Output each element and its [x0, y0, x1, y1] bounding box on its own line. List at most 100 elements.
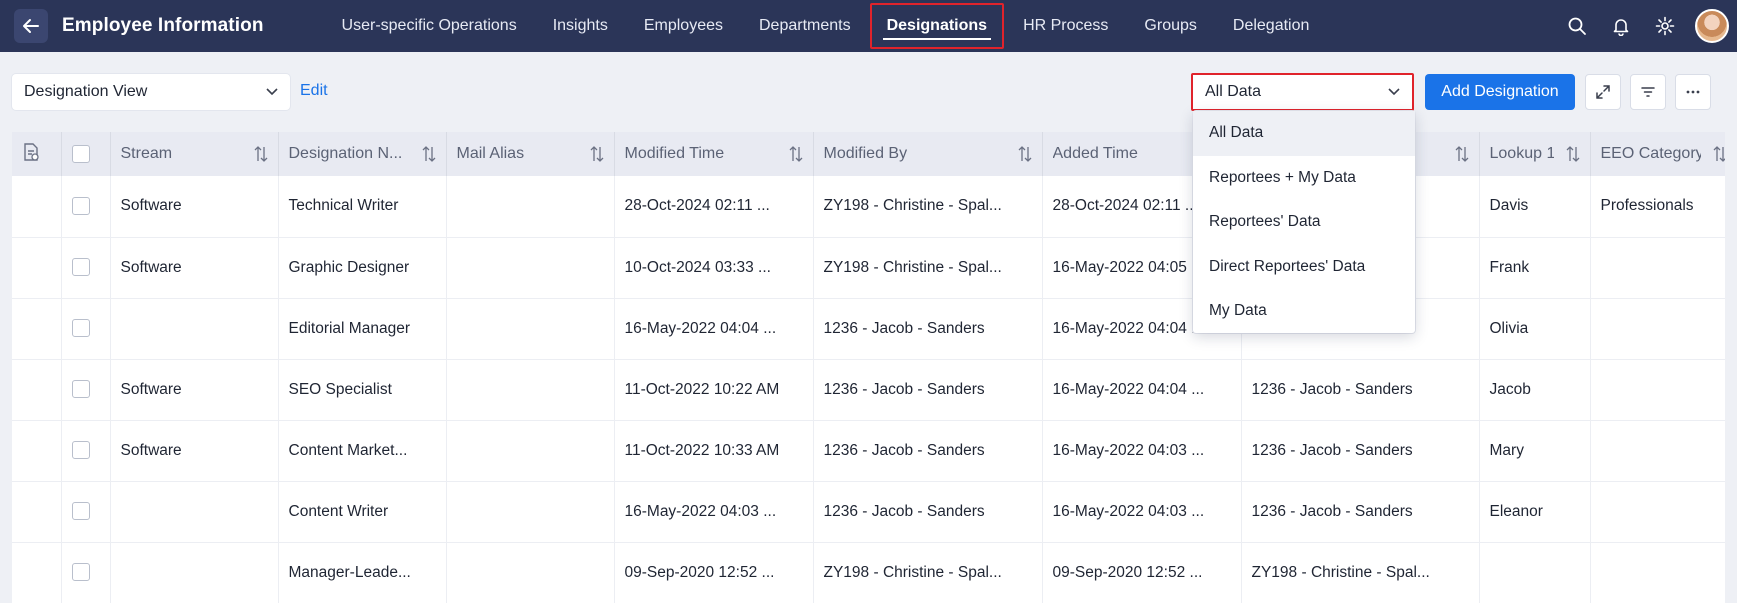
table-cell: ZY198 - Christine - Spal...: [813, 237, 1043, 299]
row-spacer-cell: [12, 481, 62, 543]
column-header[interactable]: EEO Category: [1590, 132, 1725, 176]
table-cell: 28-Oct-2024 02:11 ...: [614, 176, 814, 238]
dropdown-option-reportees-data[interactable]: Reportees' Data: [1193, 200, 1415, 245]
table-cell: 1236 - Jacob - Sanders: [1241, 481, 1480, 543]
row-checkbox-cell: [61, 176, 111, 238]
row-checkbox[interactable]: [71, 563, 90, 582]
nav-designations[interactable]: Designations: [869, 0, 1005, 52]
sort-icon[interactable]: [1566, 145, 1580, 163]
table-row[interactable]: Content Writer 16-May-2022 04:03 ... 1236 …: [12, 481, 1725, 543]
select-all-checkbox[interactable]: [61, 132, 111, 176]
column-header[interactable]: Mail Alias: [446, 132, 615, 176]
sort-icon[interactable]: [789, 145, 803, 163]
table-cell: 16-May-2022 04:03 ...: [1042, 420, 1242, 482]
nav-groups[interactable]: Groups: [1126, 0, 1214, 52]
table-cell: 1236 - Jacob - Sanders: [813, 481, 1043, 543]
search-icon[interactable]: [1555, 4, 1599, 48]
nav-label: Departments: [759, 17, 851, 34]
expand-icon[interactable]: [1585, 74, 1621, 110]
row-checkbox[interactable]: [71, 441, 90, 460]
nav-insights[interactable]: Insights: [535, 0, 626, 52]
row-checkbox[interactable]: [71, 258, 90, 277]
table-cell: Eleanor: [1479, 481, 1591, 543]
table-cell: [1590, 359, 1725, 421]
nav-user-specific-operations[interactable]: User-specific Operations: [324, 0, 535, 52]
sort-icon[interactable]: [1018, 145, 1032, 163]
nav-departments[interactable]: Departments: [741, 0, 869, 52]
back-arrow-icon[interactable]: [14, 9, 48, 43]
table-header-row: Stream Designation N... Mail Alias Modif…: [12, 132, 1725, 176]
table-row[interactable]: Editorial Manager 16-May-2022 04:04 ... 12…: [12, 298, 1725, 360]
table-row[interactable]: Software Content Market... 11-Oct-2022 10:…: [12, 420, 1725, 482]
nav-label: Employees: [643, 17, 723, 34]
table-cell: [446, 359, 615, 421]
table-cell: [1590, 481, 1725, 543]
bell-icon[interactable]: [1599, 4, 1643, 48]
row-checkbox-cell: [61, 542, 111, 603]
row-checkbox[interactable]: [71, 502, 90, 521]
table-row[interactable]: Software Graphic Designer 10-Oct-2024 03:3…: [12, 237, 1725, 299]
designations-table: Stream Designation N... Mail Alias Modif…: [12, 132, 1725, 603]
table-cell: Frank: [1479, 237, 1591, 299]
row-checkbox[interactable]: [71, 380, 90, 399]
row-spacer-cell: [12, 420, 62, 482]
table-cell: Professionals: [1590, 176, 1725, 238]
sort-icon[interactable]: [1455, 145, 1469, 163]
view-select[interactable]: Designation View: [12, 74, 290, 110]
table-row[interactable]: Software SEO Specialist 11-Oct-2022 10:22 …: [12, 359, 1725, 421]
main-nav: User-specific Operations Insights Employ…: [324, 0, 1328, 52]
table-cell: 1236 - Jacob - Sanders: [813, 359, 1043, 421]
table-cell: Mary: [1479, 420, 1591, 482]
column-header[interactable]: Designation N...: [278, 132, 447, 176]
edit-view-link[interactable]: Edit: [300, 82, 328, 100]
checkbox[interactable]: [71, 144, 90, 163]
chevron-down-icon: [1388, 88, 1400, 96]
dropdown-option-direct-reportees-data[interactable]: Direct Reportees' Data: [1193, 245, 1415, 290]
avatar[interactable]: [1695, 9, 1729, 43]
column-header[interactable]: Modified By: [813, 132, 1043, 176]
row-checkbox[interactable]: [71, 319, 90, 338]
dropdown-option-reportees-my-data[interactable]: Reportees + My Data: [1193, 156, 1415, 201]
table-cell: Editorial Manager: [278, 298, 447, 360]
data-filter-value: All Data: [1205, 83, 1262, 100]
dropdown-option-my-data[interactable]: My Data: [1193, 289, 1415, 334]
table-cell: [446, 237, 615, 299]
column-header[interactable]: Stream: [110, 132, 279, 176]
column-label: Modified Time: [624, 144, 725, 162]
highlight-box: [869, 3, 1005, 49]
table-cell: Technical Writer: [278, 176, 447, 238]
sort-icon[interactable]: [254, 145, 268, 163]
table-cell: [1590, 542, 1725, 603]
row-spacer-cell: [12, 237, 62, 299]
row-spacer-cell: [12, 542, 62, 603]
row-checkbox[interactable]: [71, 197, 90, 216]
table-cell: SEO Specialist: [278, 359, 447, 421]
nav-hr-process[interactable]: HR Process: [1005, 0, 1126, 52]
nav-delegation[interactable]: Delegation: [1215, 0, 1328, 52]
sort-icon[interactable]: [1713, 145, 1726, 163]
column-label: Modified By: [823, 144, 908, 162]
column-label: Designation N...: [288, 144, 403, 162]
table-cell: Manager-Leade...: [278, 542, 447, 603]
view-select-value: Designation View: [24, 83, 148, 100]
table-cell: [110, 481, 279, 543]
column-header[interactable]: Lookup 1: [1479, 132, 1591, 176]
dropdown-option-all-data[interactable]: All Data: [1193, 111, 1415, 156]
more-icon[interactable]: [1675, 74, 1711, 110]
data-filter-select[interactable]: All Data: [1191, 73, 1414, 111]
chevron-down-icon: [266, 88, 278, 96]
add-designation-button[interactable]: Add Designation: [1425, 74, 1575, 110]
row-checkbox-cell: [61, 481, 111, 543]
table-cell: 16-May-2022 04:03 ...: [1042, 481, 1242, 543]
column-settings-icon[interactable]: [12, 132, 62, 176]
sort-icon[interactable]: [590, 145, 604, 163]
gear-icon[interactable]: [1643, 4, 1687, 48]
table-cell: 09-Sep-2020 12:52 ...: [614, 542, 814, 603]
table-row[interactable]: Manager-Leade... 09-Sep-2020 12:52 ... ZY1…: [12, 542, 1725, 603]
sort-icon[interactable]: [422, 145, 436, 163]
column-header[interactable]: Modified Time: [614, 132, 814, 176]
filter-icon[interactable]: [1630, 74, 1666, 110]
table-cell: ZY198 - Christine - Spal...: [813, 542, 1043, 603]
nav-employees[interactable]: Employees: [626, 0, 741, 52]
table-row[interactable]: Software Technical Writer 28-Oct-2024 02:1…: [12, 176, 1725, 238]
